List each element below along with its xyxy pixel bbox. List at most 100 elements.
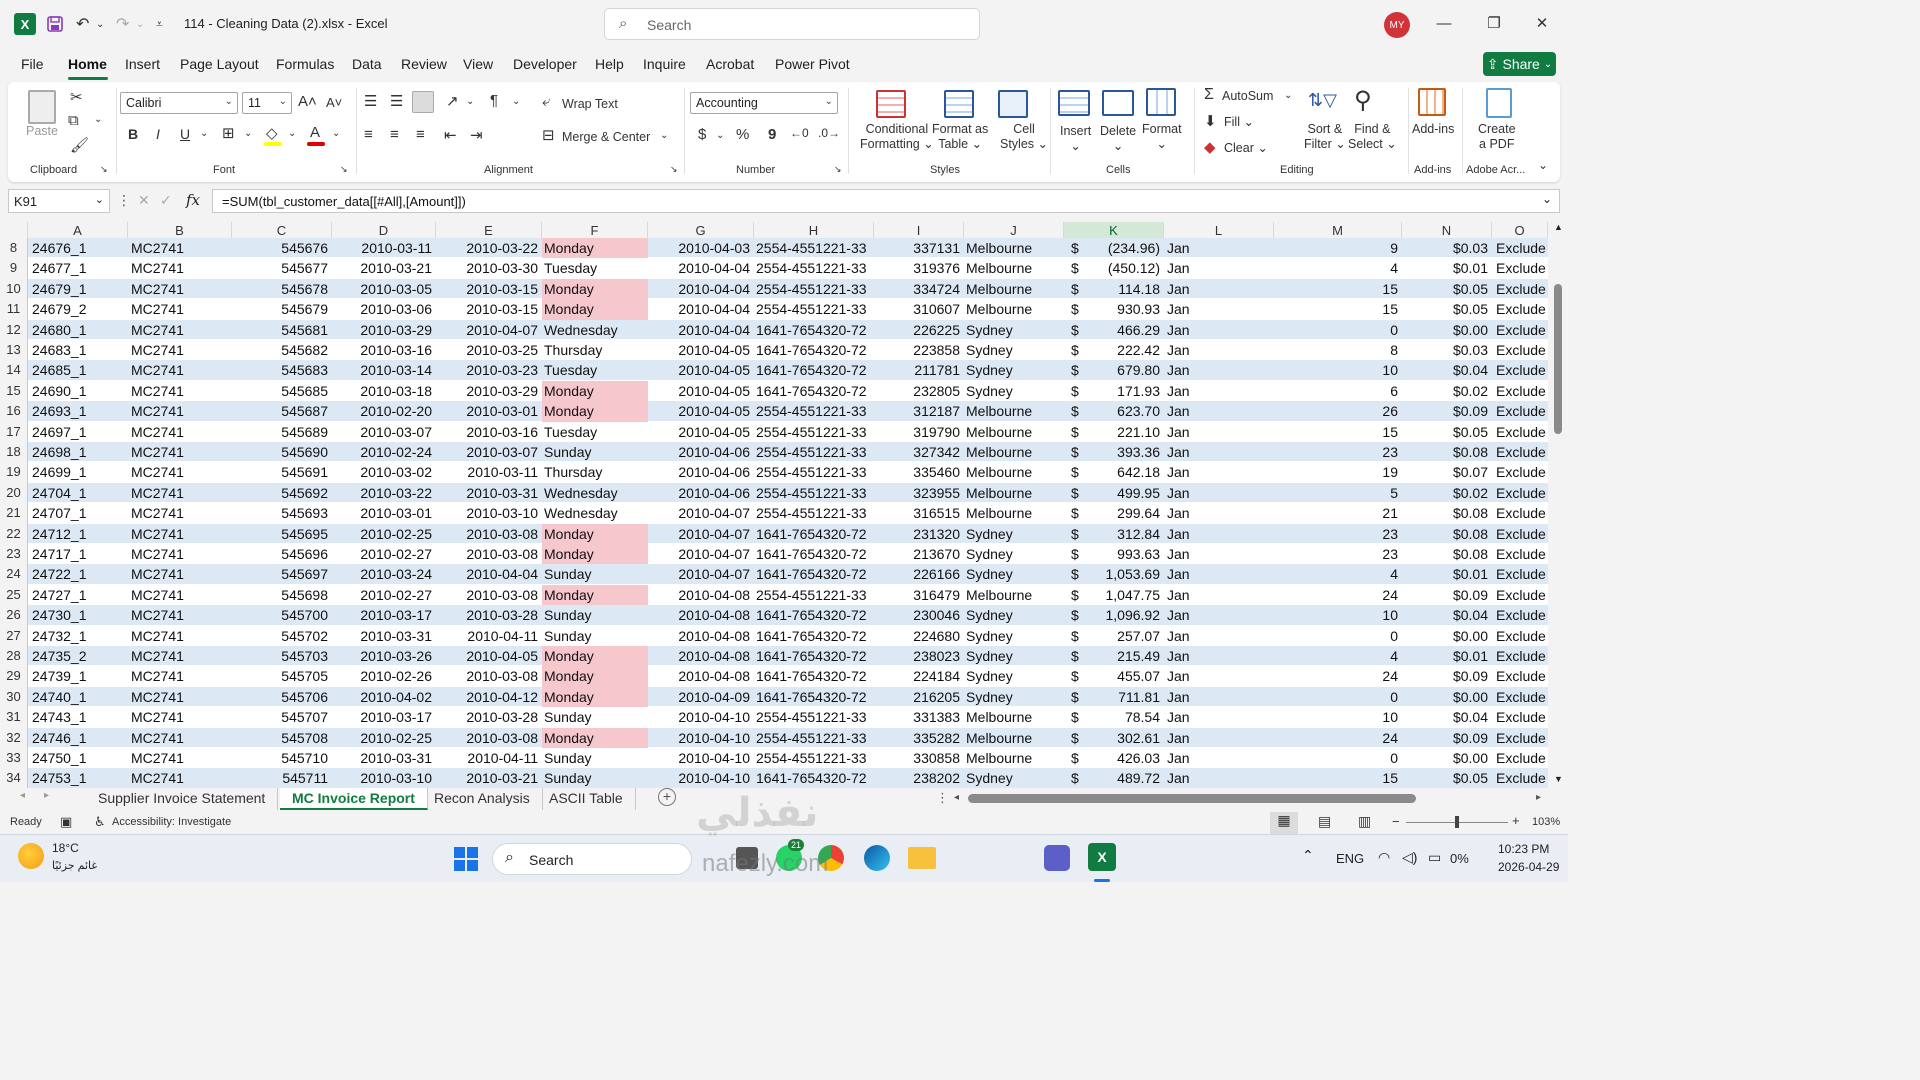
cell-a[interactable]: 24727_1 <box>32 585 128 605</box>
cell-j[interactable]: Melbourne <box>966 585 1064 605</box>
cell-b[interactable]: MC2741 <box>131 401 227 421</box>
excel-taskbar-icon[interactable]: X <box>1088 843 1116 871</box>
cell-j[interactable]: Melbourne <box>966 483 1064 503</box>
dialog-launcher-icon[interactable]: ↘ <box>834 164 842 175</box>
worksheet-grid[interactable]: A B C D E F G H I J K L M N O 8 24676_1 MC… <box>0 222 1548 788</box>
collapse-ribbon-icon[interactable]: ⌄ <box>1538 158 1548 172</box>
bold-button[interactable]: B <box>128 126 138 142</box>
cell-o[interactable]: Exclude <box>1496 768 1548 788</box>
cell-e[interactable]: 2010-03-31 <box>436 483 538 503</box>
cell-i[interactable]: 310607 <box>874 299 960 319</box>
tab-acrobat[interactable]: Acrobat <box>706 56 754 72</box>
cell-i[interactable]: 224184 <box>874 666 960 686</box>
row-header[interactable]: 25 <box>0 584 28 606</box>
cell-m[interactable]: 26 <box>1274 401 1398 421</box>
chevron-down-icon[interactable]: ⌄ <box>244 128 252 139</box>
cell-o[interactable]: Exclude <box>1496 626 1548 646</box>
cell-nn[interactable]: $0.09 <box>1402 585 1488 605</box>
cell-ks[interactable]: $ <box>1071 381 1083 401</box>
cell-k[interactable]: 78.54 <box>1086 707 1160 727</box>
cell-j[interactable]: Melbourne <box>966 707 1064 727</box>
cell-h[interactable]: 1641-7654320-72 <box>756 360 874 380</box>
cell-a[interactable]: 24697_1 <box>32 422 128 442</box>
orientation-icon[interactable]: ↗ <box>446 92 459 110</box>
cell-m[interactable]: 23 <box>1274 442 1398 462</box>
cell-a[interactable]: 24746_1 <box>32 728 128 748</box>
cell-d[interactable]: 2010-03-14 <box>332 360 432 380</box>
cell-c[interactable]: 545698 <box>232 585 328 605</box>
cell-j[interactable]: Melbourne <box>966 503 1064 523</box>
horizontal-scroll-thumb[interactable] <box>968 794 1416 803</box>
cell-f[interactable]: Thursday <box>544 340 648 360</box>
cell-k[interactable]: 426.03 <box>1086 748 1160 768</box>
cell-j[interactable]: Sydney <box>966 626 1064 646</box>
cell-o[interactable]: Exclude <box>1496 585 1548 605</box>
cell-j[interactable]: Melbourne <box>966 442 1064 462</box>
volume-icon[interactable]: ◁) <box>1402 849 1417 866</box>
cell-g[interactable]: 2010-04-03 <box>648 238 750 258</box>
cell-g[interactable]: 2010-04-06 <box>648 483 750 503</box>
tab-insert[interactable]: Insert <box>125 56 160 72</box>
tab-page-layout[interactable]: Page Layout <box>180 56 259 72</box>
scroll-right-icon[interactable]: ▸ <box>1536 792 1541 803</box>
chevron-down-icon[interactable]: ⌄ <box>200 128 208 139</box>
font-name-combo[interactable]: Calibri ⌄ <box>120 92 238 114</box>
cell-e[interactable]: 2010-04-05 <box>436 646 538 666</box>
cell-o[interactable]: Exclude <box>1496 340 1548 360</box>
cell-b[interactable]: MC2741 <box>131 279 227 299</box>
cell-nn[interactable]: $0.09 <box>1402 401 1488 421</box>
cell-m[interactable]: 4 <box>1274 646 1398 666</box>
create-pdf-button[interactable]: Create a PDF <box>1478 122 1516 152</box>
cell-f[interactable]: Monday <box>542 646 648 667</box>
cell-g[interactable]: 2010-04-08 <box>648 626 750 646</box>
cell-d[interactable]: 2010-02-27 <box>332 544 432 564</box>
insert-function-icon[interactable]: fx <box>186 191 200 209</box>
cell-d[interactable]: 2010-03-02 <box>332 462 432 482</box>
cell-i[interactable]: 238202 <box>874 768 960 788</box>
cell-h[interactable]: 1641-7654320-72 <box>756 605 874 625</box>
cell-j[interactable]: Melbourne <box>966 748 1064 768</box>
cell-o[interactable]: Exclude <box>1496 238 1548 258</box>
autosum-icon[interactable]: Σ <box>1204 86 1214 104</box>
cell-m[interactable]: 24 <box>1274 666 1398 686</box>
row-header[interactable]: 15 <box>0 380 28 402</box>
cell-i[interactable]: 312187 <box>874 401 960 421</box>
search-box[interactable]: ⌕ Search <box>604 8 980 40</box>
redo-icon[interactable]: ↷ <box>116 12 129 36</box>
undo-icon[interactable]: ↶ <box>76 12 89 36</box>
tab-developer[interactable]: Developer <box>513 56 577 72</box>
cell-o[interactable]: Exclude <box>1496 299 1548 319</box>
cell-ks[interactable]: $ <box>1071 483 1083 503</box>
cell-c[interactable]: 545706 <box>232 687 328 707</box>
cell-b[interactable]: MC2741 <box>131 340 227 360</box>
cell-m[interactable]: 15 <box>1274 422 1398 442</box>
font-color-icon[interactable]: A <box>310 124 320 141</box>
cell-l[interactable]: Jan <box>1167 687 1267 707</box>
cell-k[interactable]: (450.12) <box>1086 258 1160 278</box>
cell-j[interactable]: Melbourne <box>966 401 1064 421</box>
cell-l[interactable]: Jan <box>1167 768 1267 788</box>
cell-nn[interactable]: $0.07 <box>1402 462 1488 482</box>
align-middle-icon[interactable]: ☰ <box>390 92 403 110</box>
cell-i[interactable]: 337131 <box>874 238 960 258</box>
fill-icon[interactable]: ⬇ <box>1204 112 1217 130</box>
cell-h[interactable]: 1641-7654320-72 <box>756 320 874 340</box>
cell-o[interactable]: Exclude <box>1496 483 1548 503</box>
cell-b[interactable]: MC2741 <box>131 299 227 319</box>
cell-f[interactable]: Monday <box>542 380 648 402</box>
cell-b[interactable]: MC2741 <box>131 503 227 523</box>
cell-h[interactable]: 1641-7654320-72 <box>756 340 874 360</box>
tab-home[interactable]: Home <box>68 56 107 72</box>
cell-f[interactable]: Monday <box>542 727 648 748</box>
cell-ks[interactable]: $ <box>1071 687 1083 707</box>
cell-l[interactable]: Jan <box>1167 483 1267 503</box>
cell-c[interactable]: 545711 <box>232 768 328 788</box>
cell-f[interactable]: Sunday <box>544 564 648 584</box>
cell-i[interactable]: 226225 <box>874 320 960 340</box>
teams-icon[interactable] <box>1044 845 1070 871</box>
cell-f[interactable]: Tuesday <box>544 258 648 278</box>
cell-o[interactable]: Exclude <box>1496 524 1548 544</box>
cell-c[interactable]: 545679 <box>232 299 328 319</box>
font-size-combo[interactable]: 11 ⌄ <box>242 92 292 114</box>
cell-b[interactable]: MC2741 <box>131 728 227 748</box>
